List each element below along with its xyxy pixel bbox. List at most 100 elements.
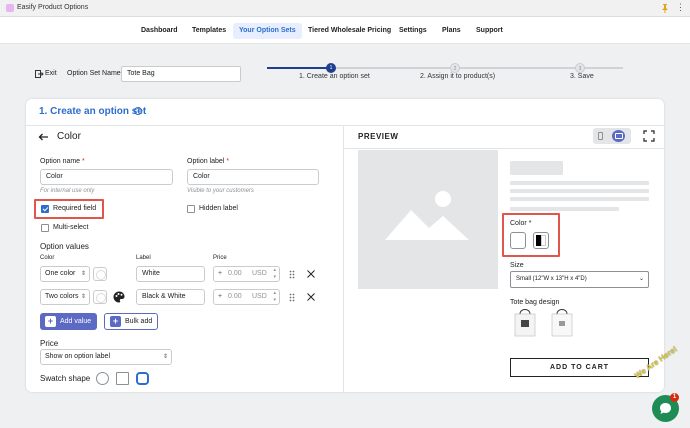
step-2-label: 2. Assign it to product(s) <box>420 73 496 80</box>
value-label-input[interactable]: Black & White <box>136 289 205 305</box>
swatch-shape-circle[interactable] <box>96 372 109 385</box>
chevron-down-icon: ⌄ <box>638 276 644 282</box>
exit-button[interactable]: Exit <box>45 70 57 77</box>
price-display-select[interactable]: Show on option label ⇕ <box>40 349 172 365</box>
required-field-checkbox[interactable] <box>41 205 49 213</box>
nav-your-option-sets[interactable]: Your Option Sets <box>233 23 302 39</box>
value-label-input[interactable]: White <box>136 266 205 282</box>
pin-icon[interactable] <box>660 3 670 13</box>
add-value-label: Add value <box>60 318 92 325</box>
text-skeleton-1 <box>510 181 649 185</box>
swatch-shape-rounded[interactable] <box>136 372 149 385</box>
hidden-label-label: Hidden label <box>199 205 238 212</box>
multi-select-label: Multi-select <box>53 224 89 231</box>
title-bar: Easify Product Options ⋮ <box>0 0 690 17</box>
expand-icon[interactable] <box>643 130 655 142</box>
app-title: Easify Product Options <box>17 4 89 11</box>
tote-design-1-icon[interactable] <box>512 306 538 339</box>
top-navigation: Dashboard Templates Your Option Sets Tie… <box>0 17 690 44</box>
card-divider <box>26 125 664 126</box>
plus-icon: + <box>218 270 223 277</box>
color-swatch-picker[interactable] <box>93 267 107 281</box>
price-value: 0.00 <box>228 293 242 300</box>
currency-label: USD <box>252 293 267 300</box>
notification-badge: 1 <box>670 393 679 402</box>
column-label: Label <box>136 255 151 261</box>
delete-value-icon[interactable] <box>307 270 315 278</box>
option-set-name-label: Option Set Name <box>67 70 121 77</box>
plus-icon: + <box>110 316 121 327</box>
swatch-shape-label: Swatch shape <box>40 374 91 383</box>
plus-icon: + <box>45 316 56 327</box>
more-options-icon[interactable]: ⋮ <box>676 2 685 12</box>
color-type-select[interactable]: Two colors ⇕ <box>40 289 90 305</box>
info-icon[interactable]: ? <box>134 107 142 115</box>
option-label-label-text: Option label <box>187 158 225 165</box>
preview-swatch-white[interactable] <box>510 232 526 249</box>
option-name-label-text: Option name <box>40 158 81 165</box>
preview-swatch-black-white[interactable] <box>533 232 549 249</box>
nav-support[interactable]: Support <box>470 23 509 39</box>
chat-icon <box>660 403 671 414</box>
nav-dashboard[interactable]: Dashboard <box>135 23 184 39</box>
preview-size-value: Small (12"W x 13"H x 4"D) <box>516 276 587 282</box>
color-swatch-picker[interactable] <box>93 290 107 304</box>
option-name-label: Option name * <box>40 158 85 165</box>
stepper-progress <box>267 67 331 69</box>
nav-tiered-wholesale-pricing[interactable]: Tiered Wholesale Pricing <box>302 23 397 39</box>
required-asterisk: * <box>82 158 85 165</box>
stepper-arrows-icon: ⇕ <box>80 271 86 277</box>
tote-design-2-icon[interactable] <box>549 306 575 339</box>
column-color: Color <box>40 255 55 261</box>
bulk-add-button[interactable]: + Bulk add <box>104 313 158 330</box>
plus-icon: + <box>218 293 223 300</box>
chat-button[interactable]: 1 <box>652 393 679 422</box>
delete-value-icon[interactable] <box>307 293 315 301</box>
text-skeleton-3 <box>510 197 649 201</box>
desktop-icon[interactable] <box>612 130 625 142</box>
step-2-dot: 2 <box>450 63 460 73</box>
palette-icon[interactable] <box>113 291 125 303</box>
color-type-value: Two colors <box>45 293 79 300</box>
hidden-label-checkbox[interactable] <box>187 205 195 213</box>
back-arrow-icon[interactable] <box>38 133 49 141</box>
stepper-arrows-icon: ⇕ <box>80 294 86 300</box>
color-type-value: One color <box>45 270 76 277</box>
option-name-hint: For internal use only <box>40 188 95 194</box>
preview-size-select[interactable]: Small (12"W x 13"H x 4"D) ⌄ <box>510 271 649 288</box>
swatch-shape-square[interactable] <box>116 372 129 385</box>
card-title: 1. Create an option set <box>39 106 147 117</box>
preview-size-label: Size <box>510 262 524 269</box>
nav-plans[interactable]: Plans <box>436 23 467 39</box>
price-input[interactable]: + 0.00 USD ▴ ▾ <box>213 289 280 305</box>
price-input[interactable]: + 0.00 USD ▴ ▾ <box>213 266 280 282</box>
option-label-input[interactable]: Color <box>187 169 319 185</box>
multi-select-checkbox[interactable] <box>41 224 49 232</box>
drag-handle-icon[interactable] <box>289 270 295 279</box>
step-1-dot: 1 <box>326 63 336 73</box>
color-type-select[interactable]: One color ⇕ <box>40 266 90 282</box>
option-set-name-input[interactable]: Tote Bag <box>121 66 241 82</box>
column-price: Price <box>213 255 227 261</box>
exit-icon[interactable] <box>35 70 44 78</box>
price-section-title: Price <box>40 339 59 348</box>
preview-color-label-text: Color <box>510 220 527 227</box>
preview-tote-label: Tote bag design <box>510 299 560 306</box>
add-to-cart-button[interactable]: ADD TO CART <box>510 358 649 377</box>
option-name-input[interactable]: Color <box>40 169 173 185</box>
mobile-icon[interactable] <box>598 132 603 140</box>
section-title: Color <box>57 131 81 142</box>
price-display-value: Show on option label <box>45 353 110 360</box>
add-value-button[interactable]: + Add value <box>40 313 97 330</box>
image-icon <box>385 191 469 240</box>
nav-templates[interactable]: Templates <box>186 23 232 39</box>
nav-settings[interactable]: Settings <box>393 23 433 39</box>
step-1-label: 1. Create an option set <box>299 73 370 80</box>
option-label-label: Option label * <box>187 158 229 165</box>
device-toggle[interactable] <box>593 128 631 144</box>
panel-divider <box>343 125 344 392</box>
drag-handle-icon[interactable] <box>289 293 295 302</box>
step-3-dot: 3 <box>575 63 585 73</box>
preview-divider <box>344 148 664 149</box>
product-image-placeholder <box>358 150 498 289</box>
